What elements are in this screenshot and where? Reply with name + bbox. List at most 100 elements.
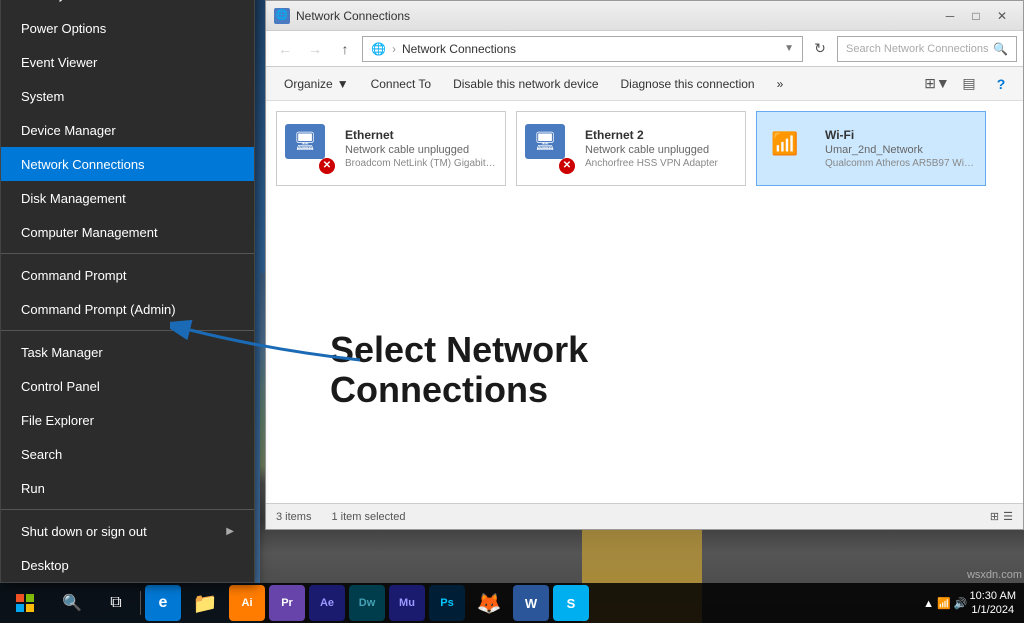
premiere-taskbar-icon[interactable]: Pr [269, 585, 305, 621]
menu-item-file-explorer[interactable]: File Explorer [1, 403, 254, 437]
diagnose-button[interactable]: Diagnose this connection [611, 71, 765, 97]
command-prompt-admin-label: Command Prompt (Admin) [21, 302, 176, 317]
disable-network-button[interactable]: Disable this network device [443, 71, 608, 97]
ethernet2-icon-wrapper: 🖥 ✕ [525, 124, 575, 174]
ethernet2-computer-icon: 🖥 [525, 124, 565, 159]
ethernet2-item[interactable]: 🖥 ✕ Ethernet 2 Network cable unplugged A… [516, 111, 746, 186]
ethernet1-status: Network cable unplugged [345, 144, 497, 156]
word-taskbar-icon[interactable]: W [513, 585, 549, 621]
muse-taskbar-icon[interactable]: Mu [389, 585, 425, 621]
run-label: Run [21, 481, 45, 496]
menu-item-desktop[interactable]: Desktop [1, 548, 254, 582]
shut-down-label: Shut down or sign out [21, 524, 147, 539]
network-connections-window: 🌐 Network Connections ─ □ ✕ ← → ↑ 🌐 › Ne… [265, 0, 1024, 530]
connect-to-button[interactable]: Connect To [361, 71, 442, 97]
wifi-adapter: Qualcomm Atheros AR5B97 Wirel... [825, 158, 977, 169]
search-box[interactable]: Search Network Connections 🔍 [837, 36, 1017, 62]
after-effects-taskbar-icon[interactable]: Ae [309, 585, 345, 621]
menu-item-search[interactable]: Search [1, 437, 254, 471]
window-toolbar: Organize ▼ Connect To Disable this netwo… [266, 67, 1023, 101]
wifi-icon-wrapper: 📶 [765, 124, 815, 174]
ethernet1-adapter: Broadcom NetLink (TM) Gigabit E... [345, 158, 497, 169]
file-explorer-taskbar-icon[interactable]: 📁 [183, 583, 227, 623]
address-bar: ← → ↑ 🌐 › Network Connections ▼ ↻ Search… [266, 31, 1023, 67]
menu-item-power-options[interactable]: Power Options [1, 11, 254, 45]
system-tray-icons: ▲ 📶 🔊 [923, 597, 967, 610]
clock: 10:30 AM1/1/2024 [970, 589, 1016, 618]
start-button[interactable] [0, 583, 50, 623]
desktop-label: Desktop [21, 558, 69, 573]
address-chevron-right: › [392, 42, 396, 56]
skype-taskbar-icon[interactable]: S [553, 585, 589, 621]
annotation-text: Select Network Connections [330, 330, 588, 409]
annotation-line1: Select Network [330, 330, 588, 370]
menu-item-task-manager[interactable]: Task Manager [1, 335, 254, 369]
search-icon: 🔍 [993, 42, 1008, 56]
ethernet2-adapter: Anchorfree HSS VPN Adapter [585, 158, 737, 169]
selected-count: 1 item selected [331, 511, 405, 523]
ethernet1-computer-icon: 🖥 [285, 124, 325, 159]
disable-label: Disable this network device [453, 77, 598, 91]
network-connections-content: 🖥 ✕ Ethernet Network cable unplugged Bro… [266, 101, 1023, 503]
back-button[interactable]: ← [272, 36, 298, 62]
ethernet1-info: Ethernet Network cable unplugged Broadco… [345, 128, 497, 169]
edge-taskbar-icon[interactable]: e [145, 585, 181, 621]
task-manager-label: Task Manager [21, 345, 103, 360]
more-toolbar-button[interactable]: » [767, 71, 794, 97]
ethernet1-item[interactable]: 🖥 ✕ Ethernet Network cable unplugged Bro… [276, 111, 506, 186]
photoshop-taskbar-icon[interactable]: Ps [429, 585, 465, 621]
more-icon: » [777, 77, 784, 91]
task-view-button[interactable]: ⧉ [94, 583, 138, 623]
menu-item-control-panel[interactable]: Control Panel [1, 369, 254, 403]
menu-item-system[interactable]: System [1, 79, 254, 113]
organize-button[interactable]: Organize ▼ [274, 71, 359, 97]
menu-item-mobility-center[interactable]: Mobility Center [1, 0, 254, 11]
maximize-button[interactable]: □ [963, 6, 989, 26]
menu-item-command-prompt[interactable]: Command Prompt [1, 258, 254, 292]
wifi-status: Umar_2nd_Network [825, 144, 977, 156]
system-label: System [21, 89, 64, 104]
cortana-button[interactable]: 🔍 [50, 583, 94, 623]
up-button[interactable]: ↑ [332, 36, 358, 62]
command-prompt-label: Command Prompt [21, 268, 126, 283]
file-explorer-label: File Explorer [21, 413, 94, 428]
preview-pane-button[interactable]: ▤ [955, 71, 983, 97]
illustrator-taskbar-icon[interactable]: Ai [229, 585, 265, 621]
menu-item-device-manager[interactable]: Device Manager [1, 113, 254, 147]
address-input[interactable]: 🌐 › Network Connections ▼ [362, 36, 803, 62]
taskbar: 🔍 ⧉ e 📁 Ai Pr Ae Dw Mu Ps 🦊 W S ▲ 📶 🔊 10… [0, 583, 1024, 623]
address-icon: 🌐 [371, 42, 386, 56]
computer-management-label: Computer Management [21, 225, 158, 240]
close-button[interactable]: ✕ [989, 6, 1015, 26]
ethernet2-name: Ethernet 2 [585, 128, 737, 142]
firefox-taskbar-icon[interactable]: 🦊 [467, 583, 511, 623]
refresh-button[interactable]: ↻ [807, 36, 833, 62]
organize-arrow-icon: ▼ [337, 77, 349, 91]
large-icons-view-icon[interactable]: ⊞ [990, 510, 999, 523]
forward-button[interactable]: → [302, 36, 328, 62]
mobility-center-label: Mobility Center [21, 0, 108, 2]
disk-management-label: Disk Management [21, 191, 126, 206]
menu-item-run[interactable]: Run [1, 471, 254, 505]
context-menu: Programs and Features Mobility Center Po… [0, 0, 255, 583]
dreamweaver-taskbar-icon[interactable]: Dw [349, 585, 385, 621]
desktop: 🗑 Recycle Bin 🎮 Ultra StreetFighter IV 🦊… [0, 0, 1024, 623]
minimize-button[interactable]: ─ [937, 6, 963, 26]
menu-item-disk-management[interactable]: Disk Management [1, 181, 254, 215]
menu-separator-3 [1, 509, 254, 510]
view-options-button[interactable]: ⊞▼ [923, 71, 951, 97]
taskbar-system-tray: ▲ 📶 🔊 10:30 AM1/1/2024 [923, 589, 1024, 618]
wifi-item[interactable]: 📶 Wi-Fi Umar_2nd_Network Qualcomm Athero… [756, 111, 986, 186]
menu-item-network-connections[interactable]: Network Connections [1, 147, 254, 181]
menu-item-event-viewer[interactable]: Event Viewer [1, 45, 254, 79]
wifi-info: Wi-Fi Umar_2nd_Network Qualcomm Atheros … [825, 128, 977, 169]
list-view-icon[interactable]: ☰ [1003, 510, 1013, 523]
statusbar-view-icons: ⊞ ☰ [990, 510, 1013, 523]
address-dropdown-icon: ▼ [784, 43, 794, 54]
menu-item-shut-down[interactable]: Shut down or sign out ▶ [1, 514, 254, 548]
help-button[interactable]: ? [987, 71, 1015, 97]
menu-item-command-prompt-admin[interactable]: Command Prompt (Admin) [1, 292, 254, 326]
control-panel-label: Control Panel [21, 379, 100, 394]
menu-item-computer-management[interactable]: Computer Management [1, 215, 254, 249]
shut-down-arrow-icon: ▶ [226, 526, 234, 537]
